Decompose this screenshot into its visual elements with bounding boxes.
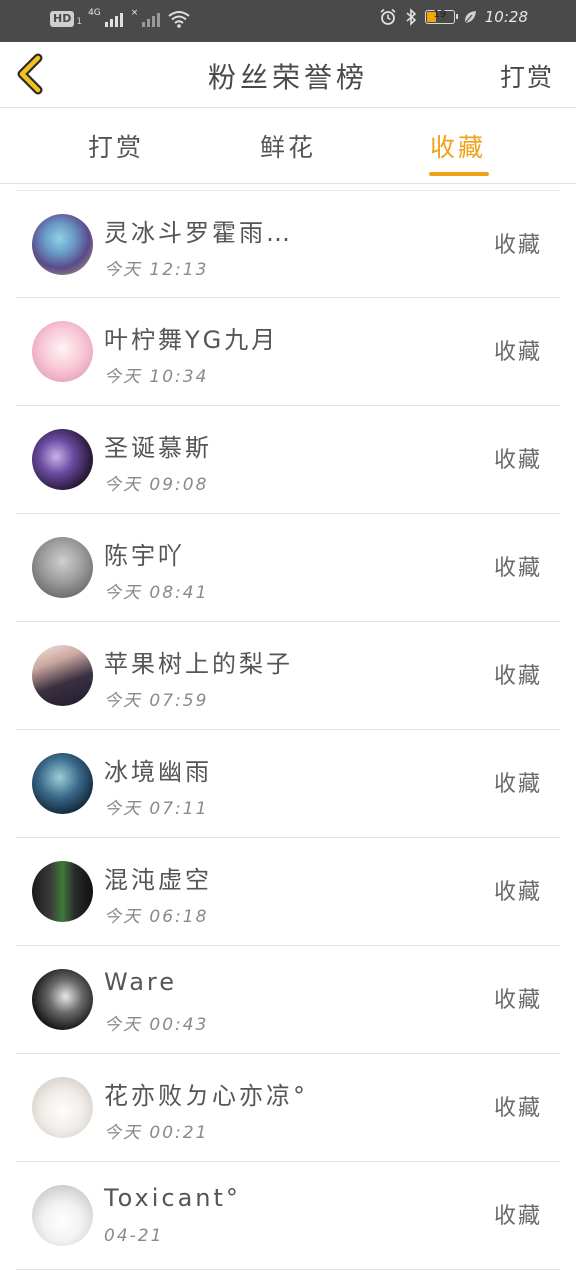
app-header: 粉丝荣誉榜 打赏 xyxy=(0,42,576,108)
list-item[interactable]: 叶柠舞YG九月 今天 10:34 收藏 xyxy=(16,298,560,406)
battery-icon: 19 xyxy=(424,9,458,24)
fan-tag: 收藏 xyxy=(493,772,542,797)
list-item[interactable]: 陈宇吖 今天 08:41 收藏 xyxy=(16,514,560,622)
tab-bar: 打赏 鲜花 收藏 xyxy=(0,108,576,184)
fan-tag: 收藏 xyxy=(493,1204,542,1229)
no-signal-mark: × xyxy=(130,8,139,18)
avatar xyxy=(32,753,93,814)
alarm-icon xyxy=(380,8,396,25)
avatar xyxy=(32,214,93,275)
tab-reward[interactable]: 打赏 xyxy=(56,128,176,164)
tab-flowers[interactable]: 鲜花 xyxy=(228,128,348,164)
fan-tag: 收藏 xyxy=(493,880,542,905)
clock: 10:28 xyxy=(484,8,528,26)
tab-favorites[interactable]: 收藏 xyxy=(398,128,518,164)
fan-name: 圣诞慕斯 xyxy=(104,434,212,462)
tab-indicator xyxy=(429,172,489,176)
fan-time: 今天 12:13 xyxy=(104,260,209,280)
fan-name: 花亦败ㄉ心亦凉° xyxy=(104,1082,308,1110)
fan-time: 今天 00:21 xyxy=(104,1123,209,1143)
fan-time: 今天 00:43 xyxy=(104,1015,209,1035)
network-type: 4G xyxy=(88,8,101,18)
hd-badge: HD xyxy=(50,11,75,27)
signal-2-icon xyxy=(142,11,161,27)
list-item[interactable]: 苹果树上的梨子 今天 07:59 收藏 xyxy=(16,622,560,730)
list-item[interactable]: 冰境幽雨 今天 07:11 收藏 xyxy=(16,730,560,838)
avatar xyxy=(32,537,93,598)
signal-icon xyxy=(104,11,123,27)
fan-name: 叶柠舞YG九月 xyxy=(104,326,279,354)
fan-list: 灵冰斗罗霍雨… 今天 12:13 收藏 叶柠舞YG九月 今天 10:34 收藏 … xyxy=(16,190,560,1270)
fan-name: 灵冰斗罗霍雨… xyxy=(104,219,293,247)
fan-time: 今天 07:11 xyxy=(104,799,209,819)
status-left: HD 1 4G × xyxy=(50,8,190,28)
fan-time: 今天 08:41 xyxy=(104,583,209,603)
fan-name: 冰境幽雨 xyxy=(104,758,212,786)
avatar xyxy=(32,429,93,490)
battery-level: 19 xyxy=(433,9,447,20)
avatar xyxy=(32,321,93,382)
fan-name: 苹果树上的梨子 xyxy=(104,650,293,678)
fan-tag: 收藏 xyxy=(493,233,542,258)
fan-tag: 收藏 xyxy=(493,1096,542,1121)
wifi-icon xyxy=(168,11,190,28)
fan-name: Toxicant° xyxy=(104,1184,241,1212)
bluetooth-icon xyxy=(406,8,416,26)
list-item[interactable]: Toxicant° 04-21 收藏 xyxy=(16,1162,560,1270)
list-item[interactable]: 圣诞慕斯 今天 09:08 收藏 xyxy=(16,406,560,514)
hd-sub: 1 xyxy=(76,17,83,27)
fan-tag: 收藏 xyxy=(493,664,542,689)
list-item[interactable]: Ware 今天 00:43 收藏 xyxy=(16,946,560,1054)
fan-time: 04-21 xyxy=(104,1226,164,1246)
status-right: 19 10:28 xyxy=(379,8,528,26)
fan-tag: 收藏 xyxy=(493,448,542,473)
fan-time: 今天 06:18 xyxy=(104,907,209,927)
list-item[interactable]: 灵冰斗罗霍雨… 今天 12:13 收藏 xyxy=(16,190,560,298)
fan-name: 陈宇吖 xyxy=(104,542,185,570)
fan-time: 今天 10:34 xyxy=(104,367,209,387)
avatar xyxy=(32,1185,93,1246)
fan-time: 今天 07:59 xyxy=(104,691,209,711)
status-bar: HD 1 4G × 19 10:28 xyxy=(0,0,576,42)
leaf-icon xyxy=(464,11,476,24)
page-title: 粉丝荣誉榜 xyxy=(207,61,368,94)
fan-name: Ware xyxy=(104,968,178,996)
fan-tag: 收藏 xyxy=(493,340,542,365)
avatar xyxy=(32,969,93,1030)
fan-name: 混沌虚空 xyxy=(104,866,212,894)
avatar xyxy=(32,1077,93,1138)
avatar xyxy=(32,861,93,922)
list-item[interactable]: 混沌虚空 今天 06:18 收藏 xyxy=(16,838,560,946)
list-item[interactable]: 花亦败ㄉ心亦凉° 今天 00:21 收藏 xyxy=(16,1054,560,1162)
fan-tag: 收藏 xyxy=(493,988,542,1013)
fan-time: 今天 09:08 xyxy=(104,475,209,495)
fan-tag: 收藏 xyxy=(493,556,542,581)
reward-button[interactable]: 打赏 xyxy=(500,58,554,94)
avatar xyxy=(32,645,93,706)
